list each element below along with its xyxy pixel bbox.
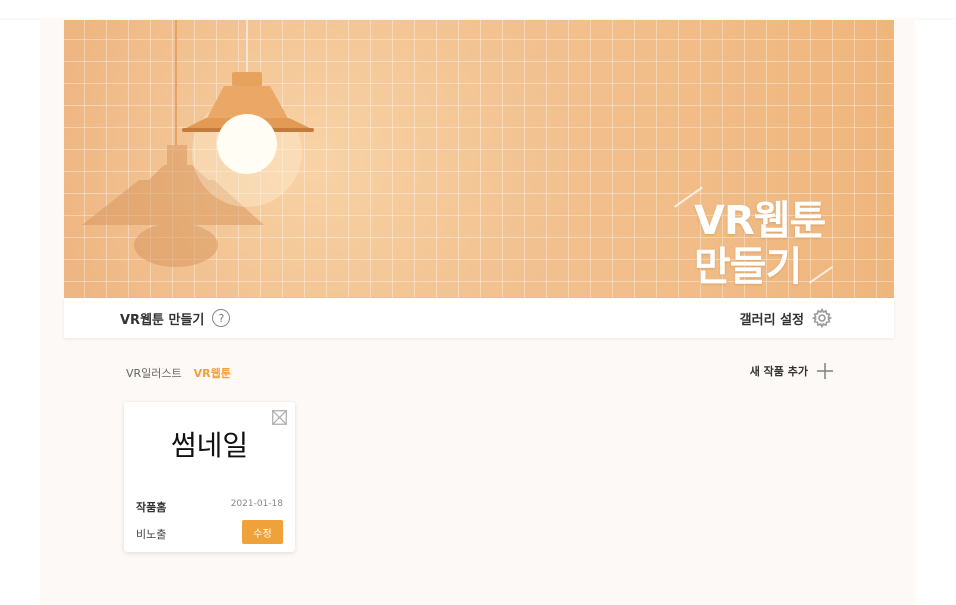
question-circle-icon[interactable]: ?: [212, 309, 231, 327]
visibility-status: 비노출: [136, 528, 167, 541]
work-card[interactable]: 썸네일 작품홈 2021-01-18 비노출 수정: [124, 402, 295, 552]
banner-title-line1: VR웹툰: [694, 198, 826, 244]
edit-button[interactable]: 수정: [242, 520, 283, 544]
tab-vr-webtoon[interactable]: VR웹툰: [194, 365, 231, 381]
close-box-icon[interactable]: [272, 410, 287, 425]
gallery-settings-button[interactable]: 갤러리 설정: [740, 298, 832, 338]
gallery-tabs: VR일러스트 VR웹툰: [126, 365, 231, 381]
banner-title: VR웹툰 만들기: [694, 198, 884, 290]
gallery-banner: VR웹툰 만들기: [64, 20, 894, 298]
add-work-label: 새 작품 추가: [749, 365, 808, 378]
gallery-settings-label: 갤러리 설정: [739, 312, 804, 328]
tab-vr-illustration[interactable]: VR일러스트: [126, 365, 182, 381]
thumbnail-placeholder: 썸네일: [170, 429, 249, 462]
plus-icon: [816, 362, 834, 380]
toolbar-title: VR웹툰 만들기: [120, 312, 205, 328]
work-title: 작품홈: [136, 501, 167, 514]
top-bar: [0, 0, 956, 18]
work-date: 2021-01-18: [230, 499, 283, 509]
gear-icon: [812, 308, 832, 328]
toolbar-title-group: VR웹툰 만들기 ?: [120, 298, 231, 338]
banner-title-line2: 만들기: [694, 244, 802, 290]
add-work-button[interactable]: 새 작품 추가: [750, 362, 834, 380]
gallery-toolbar: VR웹툰 만들기 ? 갤러리 설정: [64, 298, 894, 338]
